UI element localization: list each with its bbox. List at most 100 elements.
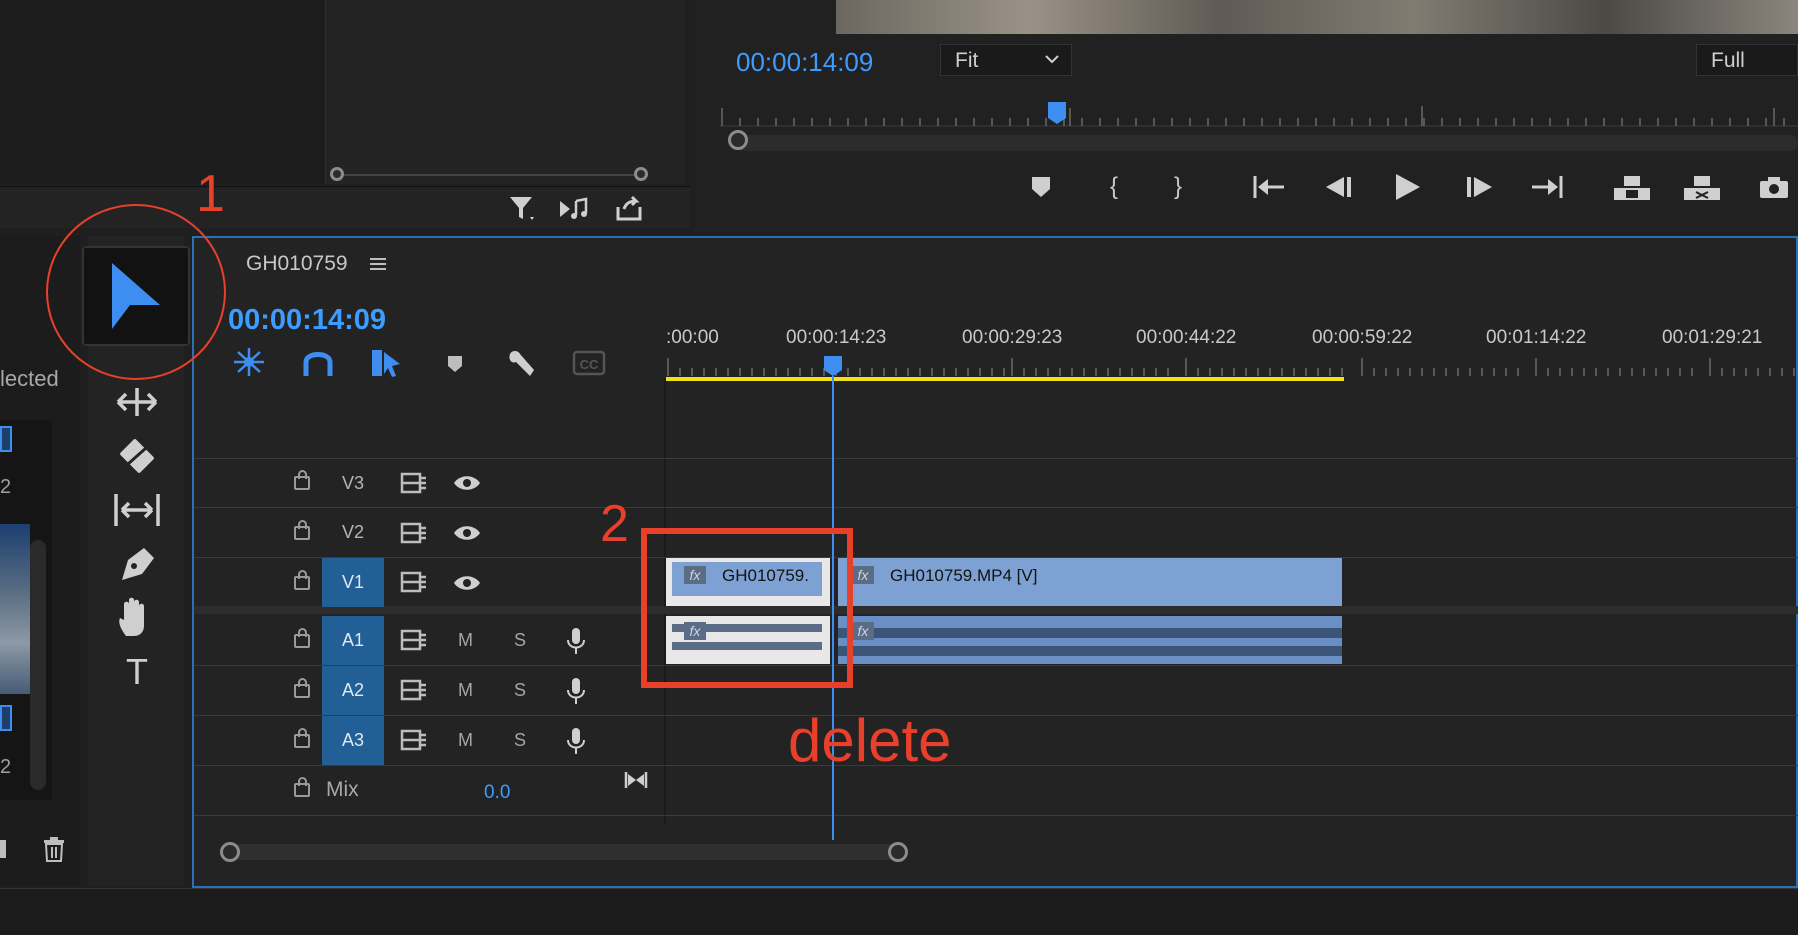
track-label-a3[interactable]: A3 — [322, 716, 384, 765]
lock-icon-mix[interactable] — [294, 777, 310, 797]
quality-select-value: Full — [1711, 49, 1745, 72]
timeline-scrollbar-track[interactable] — [228, 844, 900, 860]
solo-button-a2[interactable]: S — [514, 680, 526, 701]
slip-icon[interactable] — [112, 488, 162, 532]
go-to-in-icon[interactable] — [1252, 174, 1286, 200]
sequence-tab-name[interactable]: GH010759 — [246, 252, 348, 276]
fit-select[interactable]: Fit — [940, 44, 1072, 76]
mute-button-a3[interactable]: M — [458, 730, 473, 751]
audio-note-icon[interactable] — [558, 195, 590, 223]
panel-separator — [0, 186, 690, 187]
work-area-bar[interactable] — [666, 377, 1344, 381]
razor-icon[interactable] — [112, 434, 162, 478]
add-marker-icon[interactable] — [1030, 175, 1052, 199]
track-select-icon[interactable] — [112, 380, 162, 424]
go-to-out-icon[interactable] — [1530, 174, 1564, 200]
mark-out-icon[interactable]: } — [1166, 172, 1190, 202]
captions-icon[interactable]: CC — [572, 350, 606, 376]
track-label-mix: Mix — [326, 778, 359, 801]
linked-selection-icon[interactable] — [370, 348, 402, 378]
sync-lock-icon-v1[interactable] — [400, 571, 428, 593]
microphone-icon-a3[interactable] — [566, 726, 586, 756]
track-headers — [194, 390, 664, 820]
camera-icon[interactable] — [1758, 176, 1790, 200]
clip-v1-second[interactable]: fx GH010759.MP4 [V] — [838, 558, 1342, 606]
bin-scroll-left-knob[interactable] — [330, 167, 344, 181]
eye-icon-v3[interactable] — [452, 472, 482, 494]
program-zoom-knob[interactable] — [728, 130, 748, 150]
bowtie-icon[interactable] — [624, 770, 648, 790]
mute-button-a1[interactable]: M — [458, 630, 473, 651]
program-timecode[interactable]: 00:00:14:09 — [736, 47, 873, 78]
bin-scrollbar-track[interactable] — [340, 174, 640, 176]
timeline-timecode[interactable]: 00:00:14:09 — [228, 304, 386, 337]
filter-icon[interactable] — [508, 195, 538, 225]
bin-preview-panel — [325, 0, 685, 184]
status-bar — [0, 888, 1798, 935]
ruler-label-2: 00:00:29:23 — [962, 327, 1063, 348]
play-icon[interactable] — [1394, 172, 1422, 202]
timeline-scroll-left-knob[interactable] — [220, 842, 240, 862]
solo-button-a1[interactable]: S — [514, 630, 526, 651]
solo-button-a3[interactable]: S — [514, 730, 526, 751]
fx-badge-a1-second[interactable]: fx — [852, 622, 874, 640]
track-label-a2[interactable]: A2 — [322, 666, 384, 715]
program-ruler[interactable] — [720, 100, 1798, 130]
pen-icon[interactable] — [112, 542, 162, 586]
project-item-selected-1[interactable] — [0, 426, 12, 452]
extract-icon[interactable] — [1682, 174, 1722, 202]
mute-button-a2[interactable]: M — [458, 680, 473, 701]
mark-in-icon[interactable]: { — [1102, 172, 1126, 202]
trash-icon[interactable] — [42, 836, 66, 862]
annotation-box — [641, 528, 853, 688]
bin-scroll-right-knob[interactable] — [634, 167, 648, 181]
track-label-a1[interactable]: A1 — [322, 616, 384, 665]
type-tool-icon[interactable]: T — [112, 650, 162, 694]
program-zoom-track[interactable] — [736, 135, 1798, 151]
lift-icon[interactable] — [1612, 174, 1652, 202]
microphone-icon-a1[interactable] — [566, 626, 586, 656]
project-scrollbar[interactable] — [30, 540, 46, 790]
playhead-handle[interactable] — [822, 354, 844, 378]
project-item-selected-2[interactable] — [0, 705, 12, 731]
track-label-v1[interactable]: V1 — [322, 558, 384, 607]
project-item-number-1: 2 — [0, 476, 12, 498]
snap-magnet-icon[interactable] — [302, 348, 334, 378]
sync-lock-icon-v2[interactable] — [400, 522, 428, 544]
fx-badge-v1-second[interactable]: fx — [852, 566, 874, 584]
lock-icon-v2[interactable] — [294, 520, 310, 540]
sync-lock-icon-a3[interactable] — [400, 729, 428, 751]
annotation-circle — [46, 204, 226, 380]
lock-icon-a2[interactable] — [294, 678, 310, 698]
lock-icon-a3[interactable] — [294, 728, 310, 748]
lock-icon-v1[interactable] — [294, 570, 310, 590]
mix-volume-value[interactable]: 0.0 — [484, 782, 510, 804]
eye-icon-v2[interactable] — [452, 522, 482, 544]
quality-select[interactable]: Full — [1696, 44, 1798, 76]
sync-lock-icon-a2[interactable] — [400, 679, 428, 701]
timeline-scroll-right-knob[interactable] — [888, 842, 908, 862]
wrench-icon[interactable] — [506, 348, 538, 380]
export-icon[interactable] — [614, 195, 644, 223]
sync-lock-icon-a1[interactable] — [400, 629, 428, 651]
clip-a1-second[interactable]: fx — [838, 616, 1342, 664]
source-panel — [0, 0, 325, 184]
svg-text:CC: CC — [580, 357, 599, 372]
project-thumbnail[interactable] — [0, 524, 30, 694]
microphone-icon-a2[interactable] — [566, 676, 586, 706]
project-small-icon[interactable] — [0, 840, 6, 858]
track-label-v3[interactable]: V3 — [322, 459, 384, 508]
track-label-v2[interactable]: V2 — [322, 508, 384, 557]
eye-icon-v1[interactable] — [452, 572, 482, 594]
step-forward-icon[interactable] — [1464, 174, 1494, 200]
timeline-marker-icon[interactable] — [446, 354, 464, 374]
lock-icon-v3[interactable] — [294, 470, 310, 490]
ruler-label-0: :00:00 — [666, 327, 719, 348]
hamburger-icon[interactable] — [368, 256, 388, 272]
nest-sequence-icon[interactable] — [232, 346, 266, 378]
lock-icon-a1[interactable] — [294, 628, 310, 648]
annotation-delete-label: delete — [788, 707, 952, 774]
step-back-icon[interactable] — [1324, 174, 1354, 200]
sync-lock-icon-v3[interactable] — [400, 472, 428, 494]
hand-icon[interactable] — [112, 596, 162, 640]
